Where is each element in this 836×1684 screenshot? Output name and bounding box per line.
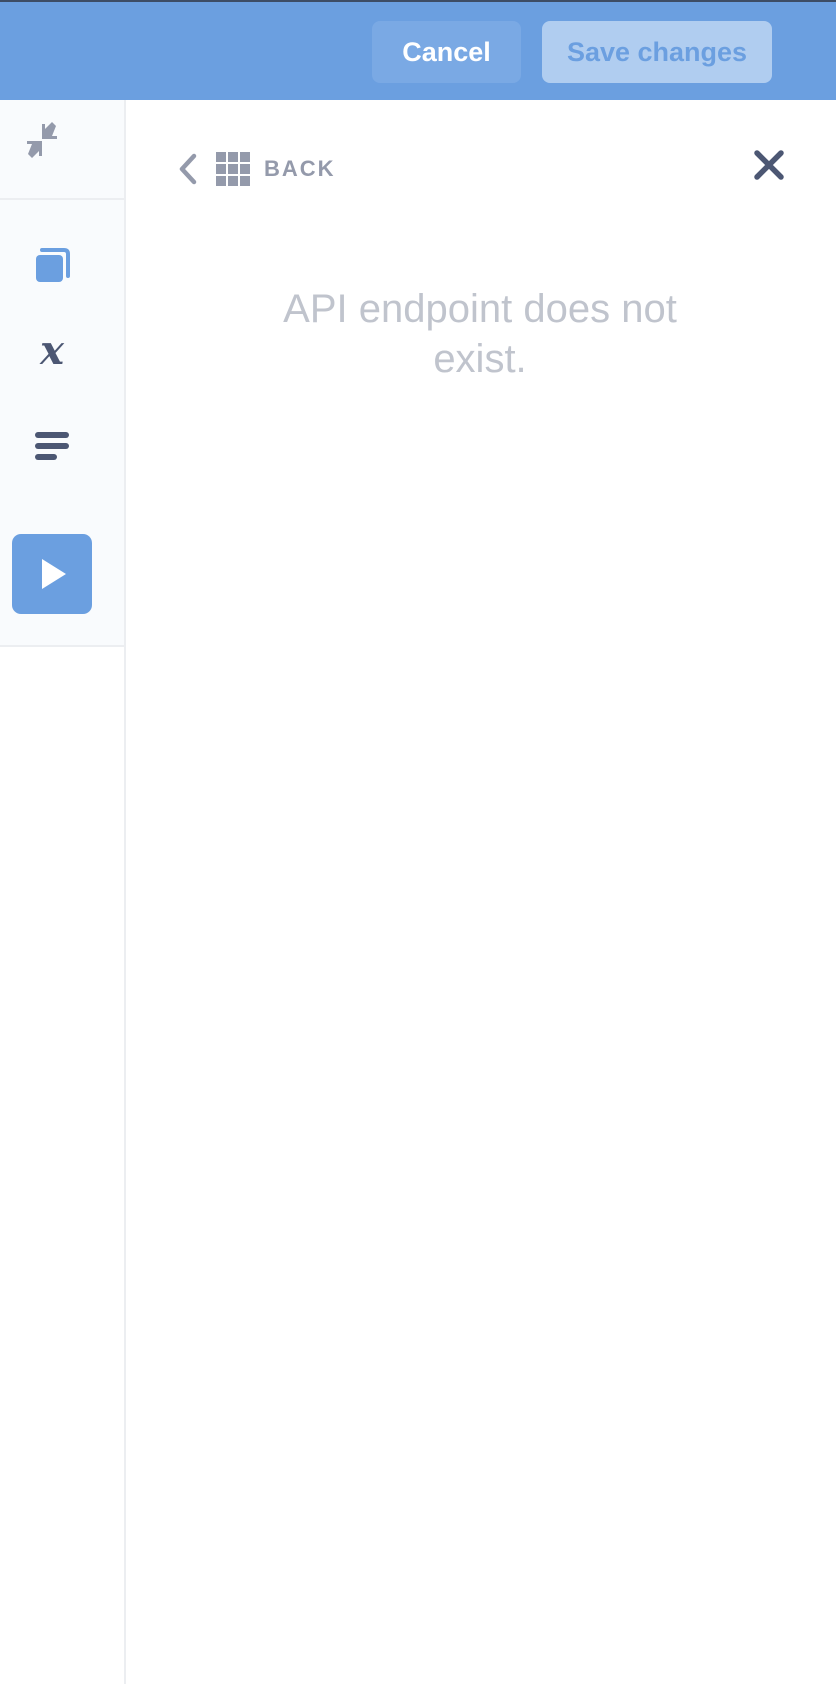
editor-sidebar: x [0, 100, 124, 647]
variable-icon[interactable]: x [28, 328, 76, 376]
save-changes-button[interactable]: Save changes [542, 21, 772, 83]
svg-text:x: x [39, 330, 65, 374]
cancel-button[interactable]: Cancel [372, 21, 521, 83]
top-action-bar: Cancel Save changes [0, 0, 836, 100]
run-query-button[interactable] [12, 534, 92, 614]
close-icon[interactable] [752, 148, 786, 182]
back-link[interactable]: BACK [176, 150, 336, 188]
snippet-icon[interactable] [30, 244, 74, 288]
back-label: BACK [264, 156, 336, 181]
collapse-icon[interactable] [22, 120, 62, 160]
sidebar-divider [0, 198, 124, 200]
chevron-left-icon [176, 152, 200, 186]
grid-icon [216, 152, 250, 186]
error-message: API endpoint does not exist. [283, 287, 677, 381]
panel-separator [124, 100, 126, 1684]
text-lines-icon[interactable] [30, 424, 74, 468]
play-icon [42, 559, 66, 589]
